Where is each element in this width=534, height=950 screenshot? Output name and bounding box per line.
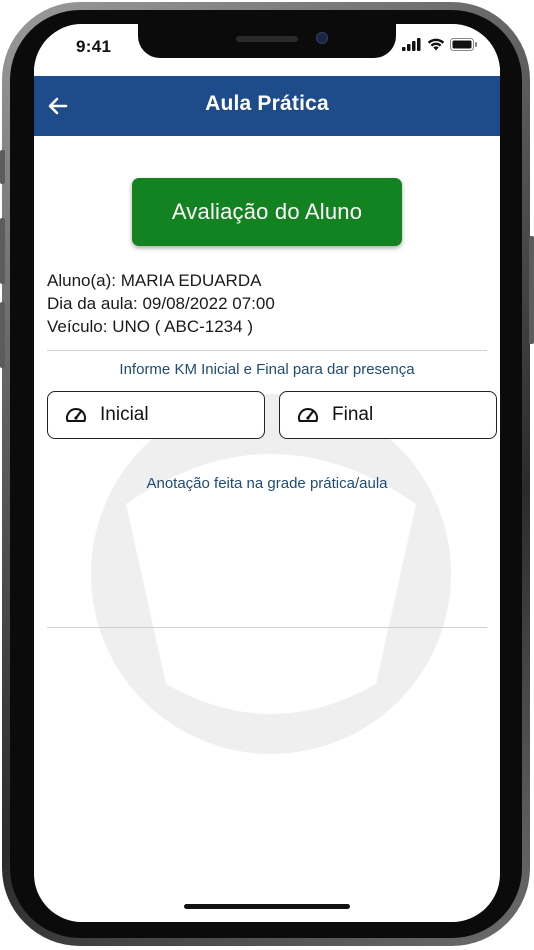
status-icons (402, 38, 478, 51)
volume-up-button (0, 218, 5, 284)
annotation-link[interactable]: Anotação feita na grade prática/aula (34, 475, 500, 492)
volume-down-button (0, 302, 5, 368)
student-name: Aluno(a): MARIA EDUARDA (47, 271, 262, 290)
vehicle-info: Veículo: UNO ( ABC-1234 ) (47, 317, 253, 336)
km-initial-button[interactable]: Inicial (47, 391, 265, 439)
app-screen: 9:41 Aula Prática Avaliação do Aluno Alu… (34, 24, 500, 922)
home-indicator[interactable] (184, 904, 350, 909)
status-time: 9:41 (76, 37, 112, 56)
app-header: Aula Prática (34, 76, 500, 136)
student-evaluation-button[interactable]: Avaliação do Aluno (132, 178, 402, 246)
lesson-info: Aluno(a): MARIA EDUARDA Dia da aula: 09/… (47, 269, 275, 338)
divider (47, 350, 487, 351)
watermark-logo (91, 394, 451, 754)
km-final-button[interactable]: Final (279, 391, 497, 439)
status-bar: 9:41 (34, 24, 500, 76)
km-initial-label: Inicial (100, 404, 149, 425)
cellular-signal-icon (402, 38, 421, 51)
lesson-date: Dia da aula: 09/08/2022 07:00 (47, 294, 275, 313)
notch (138, 24, 396, 58)
speedometer-icon (66, 408, 86, 422)
page-title: Aula Prática (205, 92, 329, 115)
km-hint: Informe KM Inicial e Final para dar pres… (119, 361, 415, 378)
divider (47, 627, 487, 628)
km-final-label: Final (332, 404, 374, 425)
wifi-icon (427, 38, 445, 51)
battery-icon (450, 38, 477, 51)
speaker-grille (236, 36, 298, 42)
front-camera (316, 32, 328, 44)
silent-switch (0, 150, 5, 184)
power-button (529, 236, 534, 344)
speedometer-icon (298, 408, 318, 422)
